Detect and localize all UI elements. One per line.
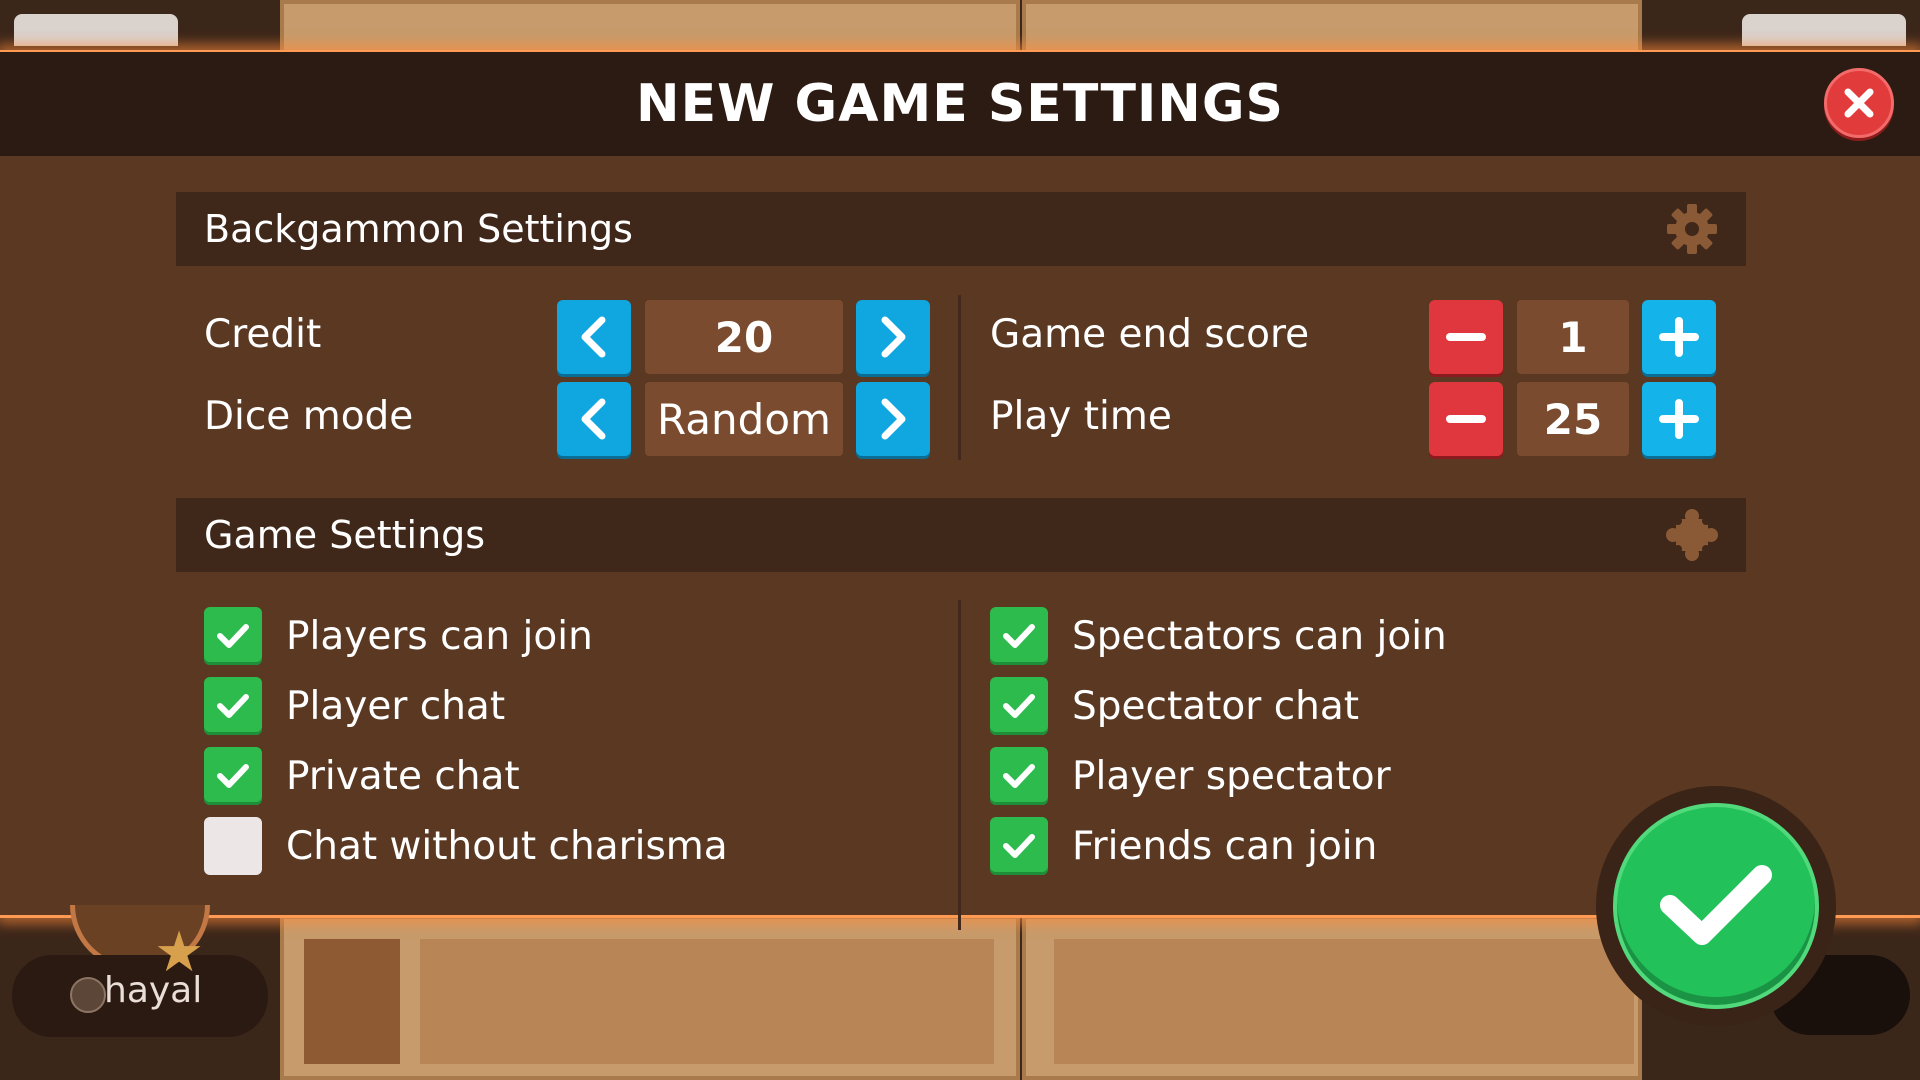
top-left-tab: [14, 14, 178, 46]
confirm-button-face: [1613, 803, 1819, 1009]
options-divider: [958, 600, 961, 930]
option-label: Player chat: [286, 683, 506, 729]
close-button[interactable]: [1824, 68, 1894, 138]
game-end-score-decrease-button[interactable]: [1429, 300, 1503, 374]
option-label: Players can join: [286, 613, 593, 659]
game-settings-bar: Game Settings: [176, 498, 1746, 572]
settings-dialog: NEW GAME SETTINGS Backgammon Settings Cr…: [0, 52, 1920, 930]
option-spectator-chat[interactable]: Spectator chat: [990, 677, 1359, 735]
option-label: Private chat: [286, 753, 520, 799]
minus-icon: [1446, 415, 1486, 423]
checkmark-icon: [1003, 624, 1035, 648]
option-label: Friends can join: [1072, 823, 1378, 869]
checkmark-icon: [1003, 764, 1035, 788]
play-time-value: 25: [1517, 382, 1629, 456]
confirm-button[interactable]: [1596, 786, 1836, 1026]
dialog-header: NEW GAME SETTINGS: [0, 52, 1920, 156]
checkbox-unchecked[interactable]: [204, 817, 262, 875]
checkmark-icon: [1003, 834, 1035, 858]
credit-label: Credit: [204, 312, 322, 357]
chevron-right-icon: [881, 316, 906, 358]
option-chat-without-charisma[interactable]: Chat without charisma: [204, 817, 728, 875]
option-private-chat[interactable]: Private chat: [204, 747, 520, 805]
option-friends-can-join[interactable]: Friends can join: [990, 817, 1377, 875]
dice-mode-next-button[interactable]: [856, 382, 930, 456]
credit-value: 20: [645, 300, 843, 374]
plus-icon: [1659, 317, 1699, 357]
settings-divider: [958, 295, 961, 460]
plus-icon: [1659, 399, 1699, 439]
player-name: hayal: [104, 970, 203, 1011]
game-end-score-label: Game end score: [990, 312, 1310, 357]
checkbox-checked[interactable]: [204, 607, 262, 665]
player-status-icon: [70, 977, 106, 1013]
puzzle-icon: [1666, 509, 1718, 561]
board-frame-bottom-right: [1022, 915, 1642, 1080]
credit-decrease-button[interactable]: [557, 300, 631, 374]
minus-icon: [1446, 333, 1486, 341]
backgammon-settings-bar: Backgammon Settings: [176, 192, 1746, 266]
play-time-label: Play time: [990, 394, 1172, 439]
credit-increase-button[interactable]: [856, 300, 930, 374]
checkbox-checked[interactable]: [990, 817, 1048, 875]
checkmark-icon: [1660, 865, 1772, 945]
game-end-score-increase-button[interactable]: [1642, 300, 1716, 374]
checkmark-icon: [217, 624, 249, 648]
dialog-title: NEW GAME SETTINGS: [636, 74, 1284, 134]
chevron-left-icon: [581, 398, 606, 440]
dice-mode-label: Dice mode: [204, 394, 414, 439]
checkbox-checked[interactable]: [990, 607, 1048, 665]
play-time-decrease-button[interactable]: [1429, 382, 1503, 456]
game-end-score-value: 1: [1517, 300, 1629, 374]
option-label: Spectators can join: [1072, 613, 1447, 659]
option-label: Player spectator: [1072, 753, 1391, 799]
board-frame-bottom-left: [280, 915, 1020, 1080]
option-label: Chat without charisma: [286, 823, 728, 869]
checkbox-checked[interactable]: [204, 677, 262, 735]
checkbox-checked[interactable]: [990, 747, 1048, 805]
close-icon: [1844, 88, 1874, 118]
dice-mode-value: Random: [645, 382, 843, 456]
option-player-spectator[interactable]: Player spectator: [990, 747, 1391, 805]
dice-mode-previous-button[interactable]: [557, 382, 631, 456]
game-settings-title: Game Settings: [204, 513, 486, 557]
chevron-right-icon: [881, 398, 906, 440]
backgammon-settings-title: Backgammon Settings: [204, 207, 633, 251]
checkmark-icon: [217, 694, 249, 718]
chevron-left-icon: [581, 316, 606, 358]
option-spectators-can-join[interactable]: Spectators can join: [990, 607, 1447, 665]
option-label: Spectator chat: [1072, 683, 1360, 729]
checkmark-icon: [1003, 694, 1035, 718]
option-players-can-join[interactable]: Players can join: [204, 607, 593, 665]
top-right-tab: [1742, 14, 1906, 46]
option-player-chat[interactable]: Player chat: [204, 677, 505, 735]
play-time-increase-button[interactable]: [1642, 382, 1716, 456]
checkbox-checked[interactable]: [204, 747, 262, 805]
gear-icon: [1667, 204, 1717, 254]
checkmark-icon: [217, 764, 249, 788]
checkbox-checked[interactable]: [990, 677, 1048, 735]
